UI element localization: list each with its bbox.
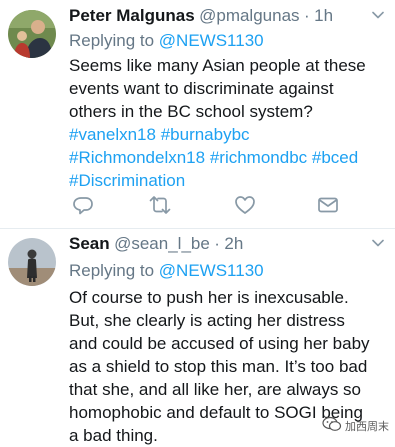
text-line: Seems like many Asian people at these — [69, 56, 366, 75]
envelope-icon[interactable] — [317, 194, 339, 216]
chevron-down-icon[interactable] — [371, 8, 385, 22]
user-handle[interactable]: @sean_l_be — [114, 234, 210, 253]
tweet-header: Peter Malgunas @pmalgunas · 1h — [69, 6, 385, 28]
hashtag-line: #Discrimination — [69, 169, 385, 192]
text-line: as a shield to stop this man. It’s too b… — [69, 357, 368, 376]
reply-icon[interactable] — [72, 194, 94, 216]
text-line: others in the BC school system? — [69, 102, 313, 121]
chevron-down-icon[interactable] — [371, 236, 385, 250]
retweet-icon[interactable] — [149, 194, 171, 216]
tweet[interactable]: Peter Malgunas @pmalgunas · 1h Replying … — [0, 0, 395, 229]
replying-to-label: Replying to — [69, 31, 155, 50]
replying-to-label: Replying to — [69, 261, 155, 280]
wechat-icon — [322, 416, 342, 437]
separator-dot: · — [304, 6, 310, 25]
tweet-text: Seems like many Asian people at these ev… — [69, 54, 385, 192]
text-line: But, she clearly is acting her distress — [69, 311, 345, 330]
hashtag-line: #Richmondelxn18 #richmondbc #bced — [69, 146, 385, 169]
avatar-photo — [8, 238, 56, 286]
display-name[interactable]: Sean — [69, 234, 110, 253]
text-line: and could be accused of using her baby — [69, 334, 370, 353]
timestamp[interactable]: 2h — [224, 234, 243, 253]
hashtag-link[interactable]: #Richmondelxn18 — [69, 148, 205, 167]
timestamp[interactable]: 1h — [314, 6, 333, 25]
display-name[interactable]: Peter Malgunas — [69, 6, 195, 25]
text-line: events want to discriminate against — [69, 79, 334, 98]
hashtag-link[interactable]: #vanelxn18 — [69, 125, 156, 144]
text-line: that she, and all like her, are always s… — [69, 380, 361, 399]
avatar[interactable] — [8, 238, 56, 286]
hashtag-link[interactable]: #Discrimination — [69, 171, 185, 190]
mention-link[interactable]: @NEWS1130 — [159, 261, 264, 280]
separator-dot: · — [214, 234, 220, 253]
hashtag-link[interactable]: #bced — [312, 148, 358, 167]
hashtag-line: #vanelxn18 #burnabybc — [69, 123, 385, 146]
watermark-text: 加西周末 — [345, 421, 389, 433]
user-handle[interactable]: @pmalgunas — [199, 6, 299, 25]
replying-to: Replying to @NEWS1130 — [69, 261, 264, 281]
avatar-photo — [8, 10, 56, 58]
text-line: Of course to push her is inexcusable. — [69, 288, 349, 307]
tweet-actions — [69, 194, 385, 216]
hashtag-link[interactable]: #burnabybc — [161, 125, 250, 144]
mention-link[interactable]: @NEWS1130 — [159, 31, 264, 50]
watermark: 加西周末 — [322, 416, 389, 437]
heart-icon[interactable] — [234, 194, 256, 216]
hashtag-link[interactable]: #richmondbc — [210, 148, 307, 167]
replying-to: Replying to @NEWS1130 — [69, 31, 264, 51]
avatar[interactable] — [8, 10, 56, 58]
tweet-header: Sean @sean_l_be · 2h — [69, 234, 385, 256]
tweet[interactable]: Sean @sean_l_be · 2h Replying to @NEWS11… — [0, 229, 395, 445]
